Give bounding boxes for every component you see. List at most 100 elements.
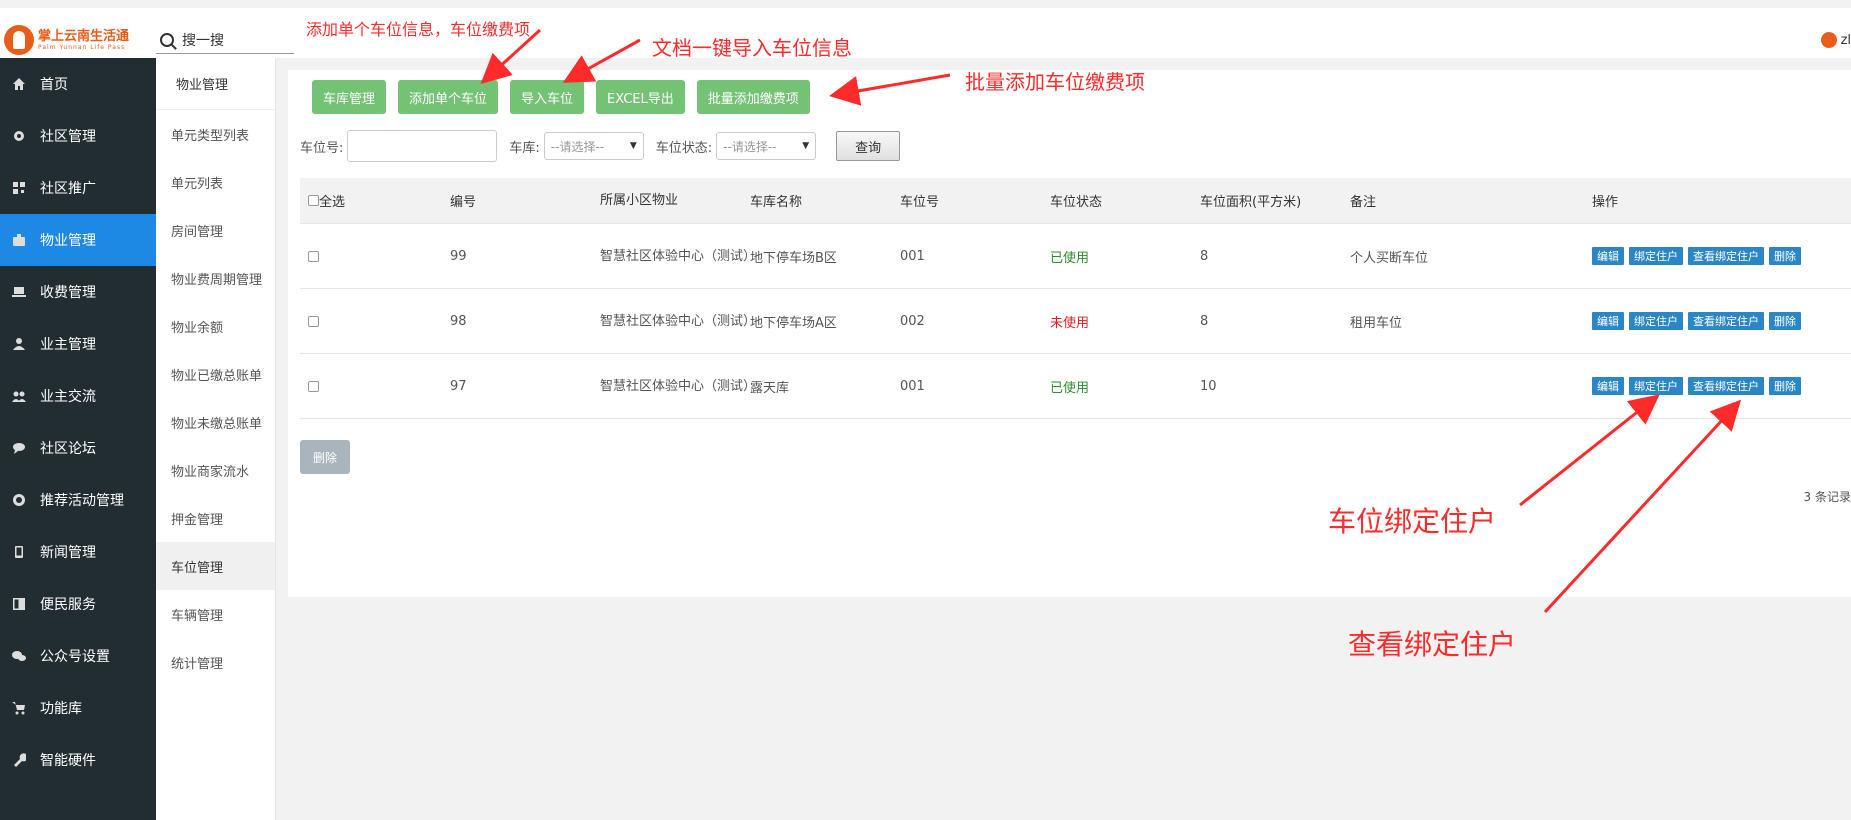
spot-no-input[interactable] [347, 130, 498, 162]
sidebar-item-label: 智能硬件 [40, 753, 96, 769]
sidebar-item[interactable]: 功能库 [0, 682, 156, 734]
row-checkbox[interactable] [308, 315, 319, 327]
view-bound-resident-button[interactable]: 查看绑定住户 [1688, 377, 1764, 395]
table-row: 98 智慧社区体验中心（测试） 地下停车场A区 002 未使用 8 租用车位 编辑 绑定住户 查看… [300, 289, 1851, 354]
cell-area: 8 [1200, 313, 1209, 329]
sidebar-item[interactable]: 推荐活动管理 [0, 474, 156, 526]
status-select-value: --请选择-- [723, 139, 777, 154]
row-checkbox[interactable] [308, 380, 319, 392]
submenu-item[interactable]: 物业未缴总账单 [156, 398, 275, 446]
bind-resident-button[interactable]: 绑定住户 [1629, 312, 1683, 330]
sidebar-item[interactable]: 首页 [0, 58, 156, 110]
excel-export-button[interactable]: EXCEL导出 [596, 80, 685, 114]
logo[interactable]: 掌上云南生活通 Palm Yunnan Life Pass [4, 20, 129, 60]
cell-garage: 露天库 [750, 380, 790, 396]
col-id: 编号 [450, 195, 477, 210]
bind-resident-button[interactable]: 绑定住户 [1629, 247, 1683, 265]
sidebar-item[interactable]: 社区管理 [0, 110, 156, 162]
cell-area: 8 [1200, 248, 1209, 264]
bind-resident-button[interactable]: 绑定住户 [1629, 377, 1683, 395]
sidebar-item[interactable]: 收费管理 [0, 266, 156, 318]
cell-garage: 地下停车场A区 [750, 315, 837, 331]
submenu-item[interactable]: 房间管理 [156, 206, 275, 254]
star-icon [12, 493, 26, 507]
sidebar-item[interactable]: 社区推广 [0, 162, 156, 214]
col-community: 所属小区物业 [600, 193, 679, 208]
col-spot: 车位号 [900, 195, 940, 210]
select-all-checkbox[interactable] [308, 195, 319, 206]
sidebar-item-label: 社区论坛 [40, 441, 96, 457]
columns-icon [12, 597, 26, 611]
top-header: 掌上云南生活通 Palm Yunnan Life Pass zl [0, 0, 1851, 58]
sidebar-item[interactable]: 业主管理 [0, 318, 156, 370]
sidebar-item-label: 功能库 [40, 701, 82, 717]
cell-spot: 002 [900, 313, 925, 329]
sidebar-item[interactable]: 业主交流 [0, 370, 156, 422]
filter-bar: 车位号: 车库: --请选择-- ▼ 车位状态: --请选择-- ▼ 查询 [300, 130, 901, 162]
user-area[interactable]: zl [1820, 32, 1851, 48]
import-spots-button[interactable]: 导入车位 [510, 80, 585, 114]
submenu-item[interactable]: 物业费周期管理 [156, 254, 275, 302]
submenu-item[interactable]: 单元列表 [156, 158, 275, 206]
search-input[interactable] [182, 31, 282, 48]
submenu-item[interactable]: 统计管理 [156, 638, 275, 686]
user-name[interactable]: zl [1841, 33, 1851, 48]
add-single-spot-button[interactable]: 添加单个车位 [398, 80, 499, 114]
submenu-item[interactable]: 单元类型列表 [156, 110, 275, 158]
query-button[interactable]: 查询 [836, 131, 901, 161]
cell-community: 智慧社区体验中心（测试） [600, 248, 757, 264]
delete-button[interactable]: 删除 [1769, 247, 1801, 265]
delete-button[interactable]: 删除 [1769, 312, 1801, 330]
cell-garage: 地下停车场B区 [750, 250, 837, 266]
view-bound-resident-button[interactable]: 查看绑定住户 [1688, 247, 1764, 265]
bulk-delete-button[interactable]: 删除 [300, 440, 350, 474]
comments-icon [12, 441, 26, 455]
sidebar-item[interactable]: 物业管理 [0, 214, 156, 266]
sidebar-item-label: 推荐活动管理 [40, 493, 124, 509]
annotation-import: 文档一键导入车位信息 [652, 36, 852, 60]
view-bound-resident-button[interactable]: 查看绑定住户 [1688, 312, 1764, 330]
submenu-item[interactable]: 物业商家流水 [156, 446, 275, 494]
submenu-item[interactable]: 押金管理 [156, 494, 275, 542]
garage-manage-button[interactable]: 车库管理 [312, 80, 387, 114]
toolbar: 车库管理 添加单个车位 导入车位 EXCEL导出 批量添加缴费项 [312, 80, 810, 114]
users-icon [12, 389, 26, 403]
submenu-item[interactable]: 物业已缴总账单 [156, 350, 275, 398]
wrench-icon [12, 753, 28, 767]
garage-label: 车库: [509, 140, 540, 156]
edit-button[interactable]: 编辑 [1592, 312, 1624, 330]
sidebar-item[interactable]: 公众号设置 [0, 630, 156, 682]
edit-button[interactable]: 编辑 [1592, 247, 1624, 265]
submenu-item[interactable]: 物业余额 [156, 302, 275, 350]
search-icon[interactable] [160, 32, 174, 47]
search-box[interactable] [156, 26, 294, 54]
sidebar-item[interactable]: 智能硬件 [0, 734, 156, 786]
submenu-item[interactable]: 车辆管理 [156, 590, 275, 638]
cell-spot: 001 [900, 248, 925, 264]
content-panel: 车库管理 添加单个车位 导入车位 EXCEL导出 批量添加缴费项 车位号: 车库… [288, 70, 1851, 597]
cell-remark: 租用车位 [1350, 315, 1403, 331]
submenu-title: 物业管理 [156, 58, 275, 110]
sidebar-item-label: 物业管理 [40, 233, 96, 249]
record-count: 3 条记录 [1803, 490, 1851, 504]
col-garage: 车库名称 [750, 195, 803, 210]
edit-button[interactable]: 编辑 [1592, 377, 1624, 395]
chevron-down-icon: ▼ [802, 141, 810, 151]
row-checkbox[interactable] [308, 250, 319, 262]
user-avatar-icon[interactable] [1820, 32, 1837, 48]
cell-spot: 001 [900, 378, 925, 394]
home-icon [12, 77, 26, 91]
sidebar-item[interactable]: 社区论坛 [0, 422, 156, 474]
delete-button[interactable]: 删除 [1769, 377, 1801, 395]
sidebar-item[interactable]: 新闻管理 [0, 526, 156, 578]
submenu-item[interactable]: 车位管理 [156, 542, 275, 590]
batch-add-fee-button[interactable]: 批量添加缴费项 [696, 80, 810, 114]
briefcase-icon [12, 233, 26, 247]
spot-no-label: 车位号: [300, 140, 344, 156]
cell-id: 99 [450, 248, 467, 264]
garage-select[interactable]: --请选择-- ▼ [543, 132, 644, 160]
sidebar-item[interactable]: 便民服务 [0, 578, 156, 630]
logo-subtitle: Palm Yunnan Life Pass [38, 43, 126, 51]
status-select[interactable]: --请选择-- ▼ [716, 132, 817, 160]
col-actions: 操作 [1592, 195, 1619, 210]
